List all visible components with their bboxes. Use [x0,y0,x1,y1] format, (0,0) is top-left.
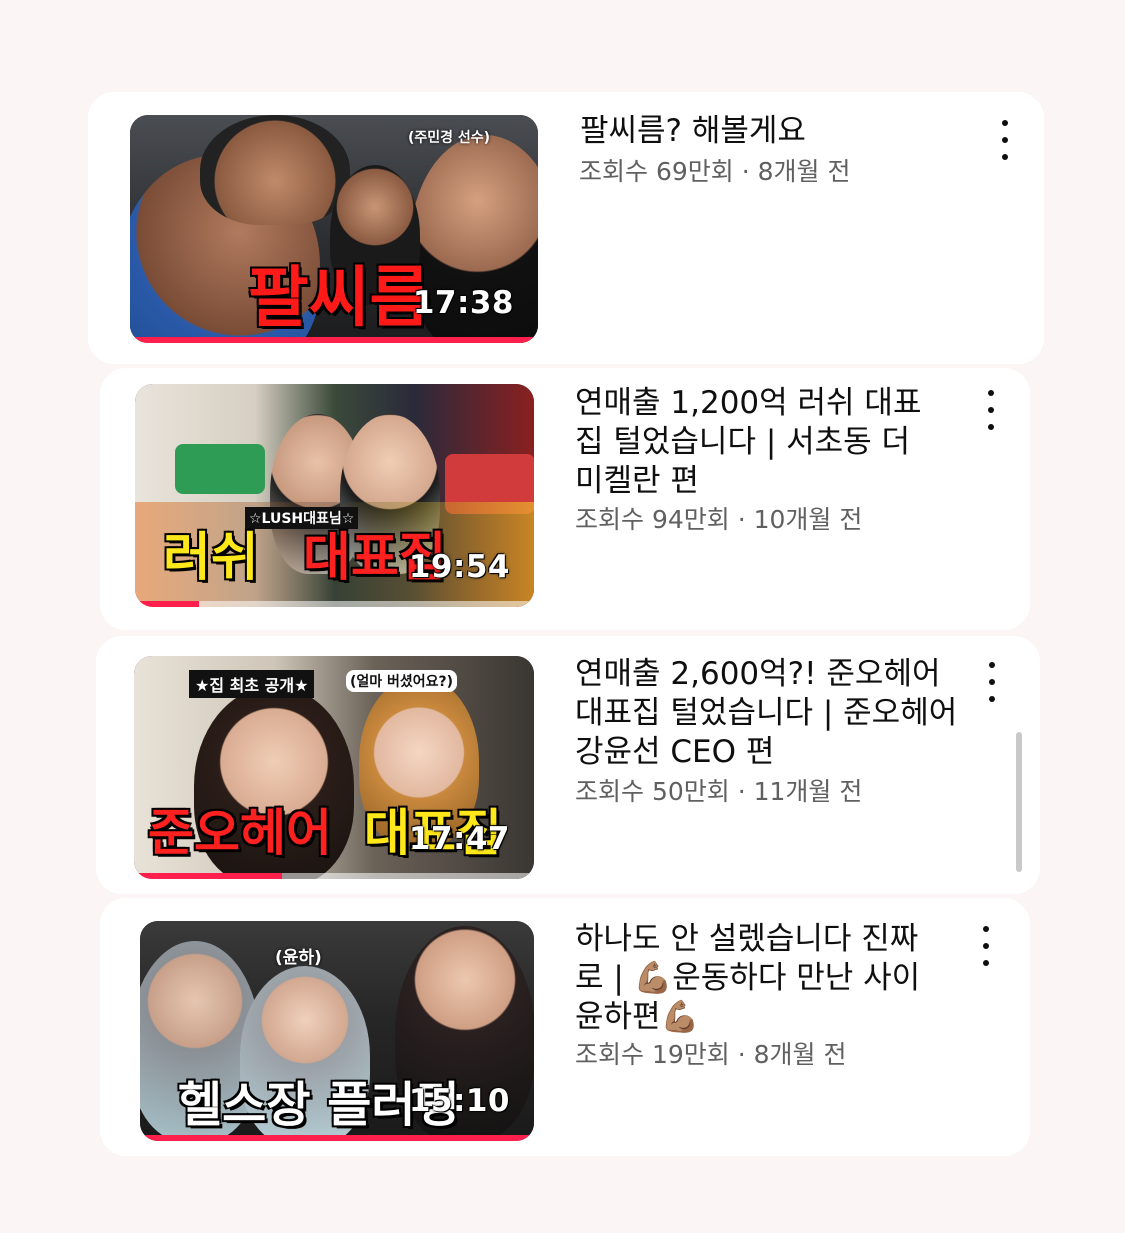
dot-icon [989,696,995,702]
dot-icon [983,943,989,949]
thumbnail-caption: 팔씨름 [248,259,431,336]
video-views: 조회수 50만회 [575,777,730,806]
dot-icon [1002,120,1008,126]
watch-progress-bar [135,601,534,607]
thumbnail-figure [175,444,265,494]
meta-separator: · [729,505,754,534]
video-thumbnail[interactable]: ★집 최초 공개★ (얼마 버셨어요?) 준오헤어 대표집 17:47 [134,656,534,879]
dot-icon [988,424,994,430]
more-options-button[interactable] [981,390,1001,430]
video-duration: 19:54 [408,549,510,585]
dot-icon [1002,154,1008,160]
video-views: 조회수 69만회 [579,157,734,186]
video-title[interactable]: 연매출 1,200억 러쉬 대표 집 털었습니다 | 서초동 더 미켈란 편 [575,384,945,501]
dot-icon [988,407,994,413]
dot-icon [983,926,989,932]
watch-progress-fill [140,1135,534,1141]
watch-progress-bar [130,337,538,343]
video-age: 10개월 전 [753,505,863,534]
video-thumbnail[interactable]: (주민경 선수) 팔씨름 17:38 [130,115,538,343]
dot-icon [983,960,989,966]
meta-separator: · [729,1040,754,1069]
watch-progress-fill [135,601,199,607]
thumbnail-tag: ☆LUSH대표님☆ [245,507,359,529]
video-duration: 15:10 [408,1083,510,1119]
video-title[interactable]: 팔씨름? 해볼게요 [580,112,960,151]
watch-progress-fill [130,337,538,343]
watch-progress-bar [140,1135,534,1141]
video-thumbnail[interactable]: (윤하) 헬스장 플러팅 15:10 [140,921,534,1141]
thumbnail-caption-a: 러쉬 [163,528,259,588]
more-options-button[interactable] [995,120,1015,160]
thumbnail-caption-a: 준오헤어 [148,804,332,862]
thumbnail-figure [200,115,350,225]
dot-icon [988,390,994,396]
video-views: 조회수 94만회 [575,505,730,534]
video-thumbnail[interactable]: ☆LUSH대표님☆ 러쉬 대표집 19:54 [135,384,534,607]
video-meta: 조회수 94만회 · 10개월 전 [575,500,862,536]
dot-icon [989,679,995,685]
watch-progress-fill [134,873,282,879]
video-duration: 17:47 [408,821,510,857]
dot-icon [1002,137,1008,143]
video-meta: 조회수 69만회 · 8개월 전 [579,152,850,188]
video-age: 8개월 전 [757,157,851,186]
more-options-button[interactable] [976,926,996,966]
thumbnail-tag-secondary: (얼마 버셨어요?) [346,670,458,692]
more-options-button[interactable] [982,662,1002,702]
meta-separator: · [733,157,758,186]
video-meta: 조회수 50만회 · 11개월 전 [575,772,862,808]
video-meta: 조회수 19만회 · 8개월 전 [575,1035,846,1071]
video-title[interactable]: 하나도 안 설렜습니다 진짜로 | 💪🏽운동하다 만난 사이 윤하편💪🏽 [575,920,945,1037]
video-age: 8개월 전 [753,1040,847,1069]
video-duration: 17:38 [412,285,514,321]
thumbnail-tag: ★집 최초 공개★ [189,670,315,698]
thumbnail-tag: (주민경 선수) [408,130,491,146]
video-age: 11개월 전 [753,777,863,806]
video-title[interactable]: 연매출 2,600억?! 준오헤어 대표집 털었습니다 | 준오헤어 강윤선 C… [575,655,960,772]
dot-icon [989,662,995,668]
meta-separator: · [729,777,754,806]
scrollbar-thumb[interactable] [1016,732,1022,872]
thumbnail-tag: (윤하) [275,948,322,968]
video-views: 조회수 19만회 [575,1040,730,1069]
watch-progress-bar [134,873,534,879]
